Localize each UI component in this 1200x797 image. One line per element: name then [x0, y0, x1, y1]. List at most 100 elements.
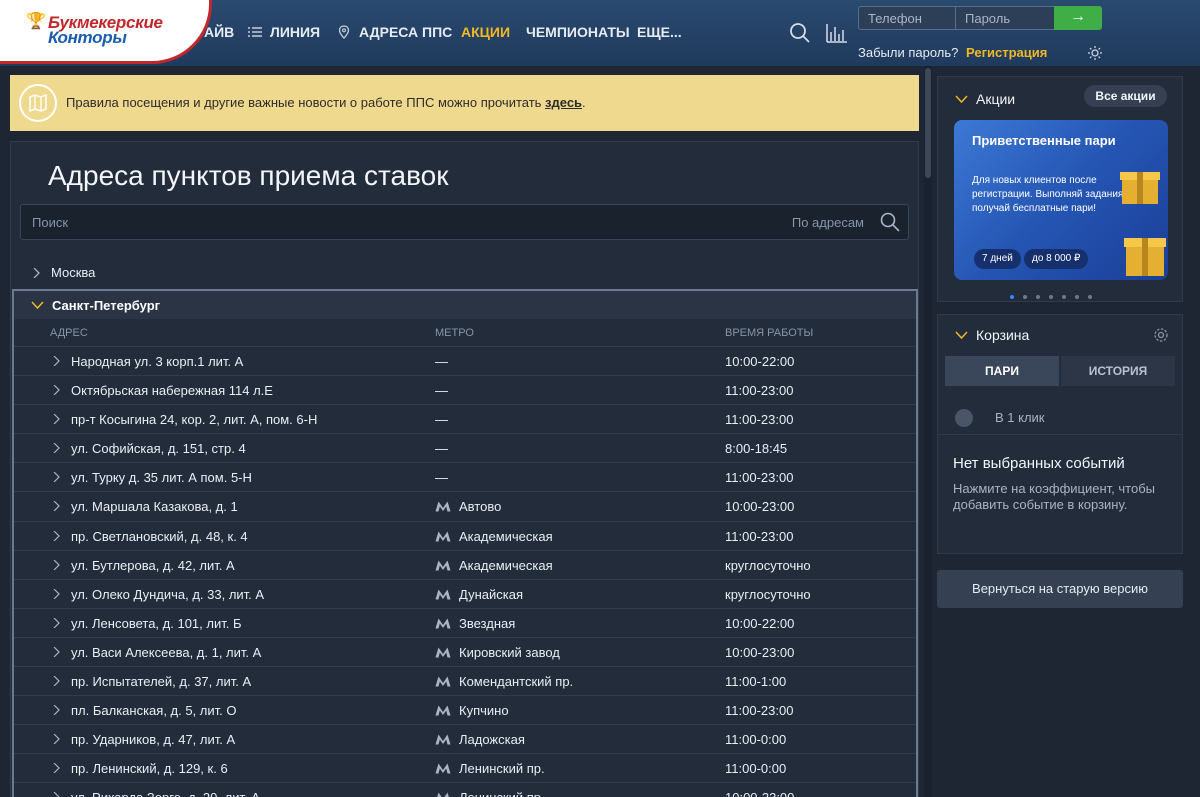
- row-metro: —: [435, 412, 448, 428]
- one-click-label: В 1 клик: [995, 410, 1045, 425]
- scrollbar[interactable]: [924, 66, 932, 797]
- city-item-spb[interactable]: Санкт-Петербург: [14, 291, 916, 319]
- row-hours: 10:00-23:00: [725, 499, 795, 515]
- row-hours: 11:00-23:00: [725, 383, 794, 399]
- row-metro: Академическая: [459, 528, 553, 544]
- chevron-right-icon: [53, 414, 60, 425]
- chevron-right-icon: [53, 763, 60, 774]
- trophy-icon: 🏆: [26, 13, 46, 30]
- row-hours: круглосуточно: [725, 557, 811, 573]
- table-row[interactable]: Народная ул. 3 корп.1 лит. А — 10:00-22:00: [14, 346, 916, 375]
- register-link[interactable]: Регистрация: [966, 45, 1047, 60]
- phone-field[interactable]: Телефон: [858, 6, 956, 30]
- carousel-dot[interactable]: [1010, 295, 1014, 299]
- password-field[interactable]: Пароль: [955, 6, 1055, 30]
- divider: [938, 434, 1182, 435]
- row-address: пр. Ленинский, д. 129, к. 6: [71, 761, 228, 777]
- column-header-metro: Метро: [435, 327, 474, 339]
- nav-item-more[interactable]: ЕЩЕ...: [637, 24, 682, 40]
- table-row[interactable]: пр. Ударников, д. 47, лит. А Ладожская 11:…: [14, 724, 916, 753]
- metro-icon: [435, 734, 451, 745]
- search-icon[interactable]: [789, 22, 811, 44]
- statistics-icon[interactable]: [826, 22, 848, 44]
- theme-toggle-icon[interactable]: [1088, 46, 1102, 60]
- city-section-spb: Санкт-Петербург Адрес Метро Время работы…: [12, 289, 918, 797]
- carousel-dot[interactable]: [1023, 295, 1027, 299]
- table-row[interactable]: ул. Бутлерова, д. 42, лит. А Академическа…: [14, 549, 916, 579]
- carousel-dot[interactable]: [1062, 295, 1066, 299]
- row-hours: 10:00-22:00: [725, 615, 795, 631]
- table-row[interactable]: ул. Ленсовета, д. 101, лит. Б Звездная 10:…: [14, 607, 916, 637]
- chevron-right-icon: [53, 792, 60, 797]
- gear-icon[interactable]: [1153, 327, 1169, 343]
- notice-link[interactable]: здесь: [545, 95, 582, 110]
- carousel-dot[interactable]: [1075, 295, 1079, 299]
- promo-banner[interactable]: Приветственные пари Для новых клиентов п…: [954, 120, 1168, 280]
- row-hours: 10:00-23:00: [725, 790, 794, 797]
- row-metro: Комендантский пр.: [459, 674, 574, 690]
- gift-icon: [1120, 172, 1166, 276]
- table-row[interactable]: ул. Олеко Дундича, д. 33, лит. А Дунайска…: [14, 578, 916, 608]
- search-icon[interactable]: [880, 212, 900, 232]
- row-metro: —: [435, 383, 448, 399]
- table-row[interactable]: пр. Светлановский, д. 48, к. 4 Академичес…: [14, 520, 916, 550]
- table-row[interactable]: ул. Софийская, д. 151, стр. 4 — 8:00-18:45: [14, 433, 916, 462]
- nav-item-championships[interactable]: ЧЕМПИОНАТЫ: [526, 24, 630, 40]
- table-row[interactable]: пр. Ленинский, д. 129, к. 6 Ленинский пр.…: [14, 753, 916, 782]
- all-promos-button[interactable]: Все акции: [1084, 85, 1167, 107]
- metro-icon: [435, 560, 451, 571]
- table-row[interactable]: ул. Турку д. 35 лит. А пом. 5-Н — 11:00-23…: [14, 462, 916, 491]
- carousel-dot[interactable]: [1088, 295, 1092, 299]
- row-metro: Ленинский пр.: [459, 790, 545, 797]
- search-input[interactable]: Поиск По адресам: [20, 204, 909, 240]
- table-row[interactable]: пр. Испытателей, д. 37, лит. А Комендантс…: [14, 666, 916, 695]
- table-row[interactable]: ул. Маршала Казакова, д. 1 Автово 10:00-23…: [14, 491, 916, 520]
- row-address: Октябрьская набережная 114 л.Е: [71, 383, 273, 399]
- row-metro: Ладожская: [459, 732, 525, 748]
- table-row[interactable]: ул. Рихарда Зорге, д. 20, лит. А Ленински…: [14, 782, 916, 797]
- search-filter-select[interactable]: По адресам: [792, 215, 864, 230]
- scrollbar-thumb[interactable]: [925, 68, 931, 178]
- row-address: пр. Светлановский, д. 48, к. 4: [71, 528, 248, 544]
- row-address: пр. Испытателей, д. 37, лит. А: [71, 674, 252, 690]
- nav-item-live[interactable]: АЙВ: [204, 24, 234, 40]
- row-metro: Звездная: [459, 615, 516, 631]
- old-version-button[interactable]: Вернуться на старую версию: [937, 570, 1183, 608]
- row-hours: 11:00-1:00: [725, 674, 787, 690]
- table-row[interactable]: пл. Балканская, д. 5, лит. О Купчино 11:00…: [14, 695, 916, 724]
- row-address: ул. Софийская, д. 151, стр. 4: [71, 441, 246, 457]
- one-click-toggle[interactable]: [955, 409, 973, 427]
- chevron-down-icon[interactable]: [955, 331, 968, 340]
- row-metro: —: [435, 441, 448, 457]
- city-item-moscow[interactable]: Москва: [31, 265, 95, 280]
- row-address: пл. Балканская, д. 5, лит. О: [71, 703, 237, 719]
- table-row[interactable]: Октябрьская набережная 114 л.Е — 11:00-23:…: [14, 375, 916, 404]
- row-hours: 8:00-18:45: [725, 441, 788, 457]
- promo-days-badge: 7 дней: [974, 249, 1021, 269]
- nav-item-promos[interactable]: АКЦИИ: [461, 24, 510, 40]
- carousel-dot[interactable]: [1036, 295, 1040, 299]
- row-hours: 11:00-23:00: [725, 412, 794, 428]
- row-address: ул. Рихарда Зорге, д. 20, лит. А: [71, 790, 260, 797]
- login-button[interactable]: →: [1054, 6, 1102, 30]
- row-metro: Ленинский пр.: [459, 761, 545, 777]
- chevron-right-icon: [53, 646, 60, 657]
- chevron-right-icon: [53, 559, 60, 570]
- carousel-dot[interactable]: [1049, 295, 1053, 299]
- row-address: ул. Васи Алексеева, д. 1, лит. А: [71, 644, 262, 660]
- row-address: ул. Бутлерова, д. 42, лит. А: [71, 557, 235, 573]
- top-header: АЙВ ЛИНИЯ АДРЕСА ППС АКЦИИ ЧЕМПИОНАТЫ ЕЩ…: [0, 0, 1200, 66]
- row-hours: 10:00-22:00: [725, 354, 795, 369]
- nav-item-line[interactable]: ЛИНИЯ: [248, 24, 320, 40]
- table-row[interactable]: пр-т Косыгина 24, кор. 2, лит. А, пом. 6…: [14, 404, 916, 433]
- logo[interactable]: 🏆 Букмекерские Конторы: [0, 0, 212, 64]
- table-row[interactable]: ул. Васи Алексеева, д. 1, лит. А Кировски…: [14, 636, 916, 666]
- row-address: ул. Турку д. 35 лит. А пом. 5-Н: [71, 470, 252, 486]
- nav-item-addresses[interactable]: АДРЕСА ППС: [337, 24, 452, 40]
- row-metro: Купчино: [459, 703, 509, 719]
- tab-history[interactable]: ИСТОРИЯ: [1061, 356, 1175, 386]
- chevron-down-icon[interactable]: [955, 95, 968, 104]
- chevron-right-icon: [53, 588, 60, 599]
- forgot-password-link[interactable]: Забыли пароль?: [858, 45, 958, 60]
- tab-bets[interactable]: ПАРИ: [945, 356, 1059, 386]
